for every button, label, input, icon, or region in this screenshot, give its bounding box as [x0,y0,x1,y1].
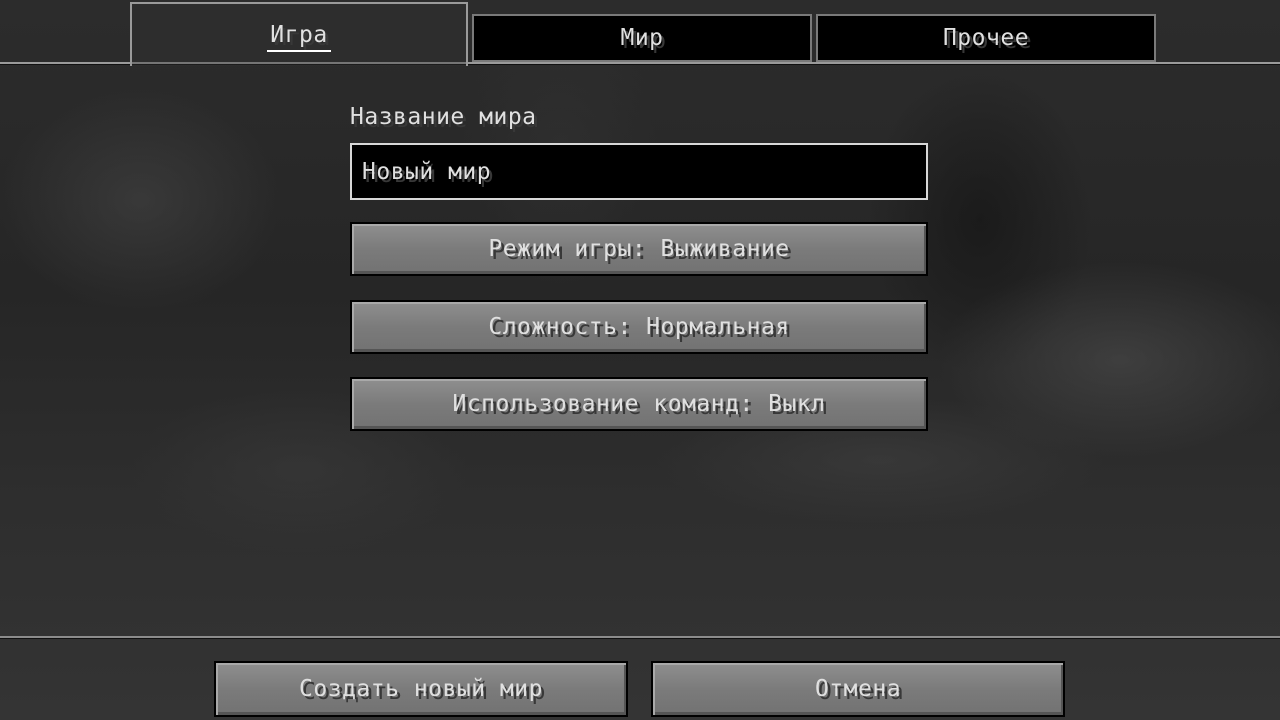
world-name-label: Название мира [350,104,537,130]
commands-label: Использование команд: Выкл [452,391,826,417]
difficulty-label: Сложность: Нормальная [488,314,790,340]
game-mode-button[interactable]: Режим игры: Выживание [350,222,928,276]
world-name-input[interactable]: Новый мир [350,143,928,200]
tab-game-label: Игра [270,22,328,48]
footer-divider [0,636,1280,638]
tab-other[interactable]: Прочее [816,14,1156,62]
commands-button[interactable]: Использование команд: Выкл [350,377,928,431]
create-world-button[interactable]: Создать новый мир [214,661,628,717]
cancel-label: Отмена [814,676,902,702]
tab-game[interactable]: Игра [130,2,468,66]
tab-active-indicator [267,50,331,52]
world-name-value: Новый мир [362,158,492,185]
tab-world-label: Мир [620,25,664,51]
game-mode-label: Режим игры: Выживание [488,236,790,262]
create-world-label: Создать новый мир [299,676,543,702]
tab-world[interactable]: Мир [472,14,812,62]
difficulty-button[interactable]: Сложность: Нормальная [350,300,928,354]
tab-other-label: Прочее [942,25,1030,51]
cancel-button[interactable]: Отмена [651,661,1065,717]
